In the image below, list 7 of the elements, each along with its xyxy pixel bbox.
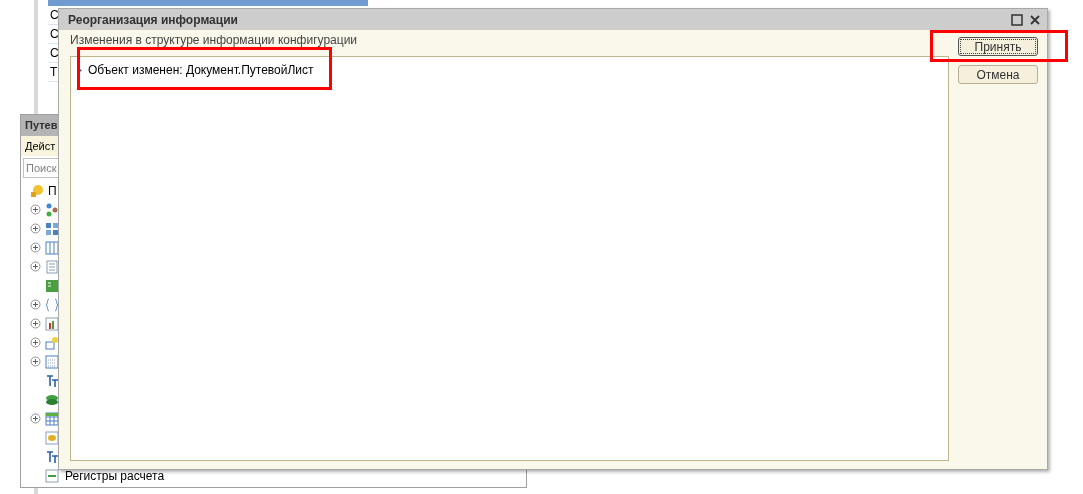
changes-header: Изменения в структуре информации конфигурации bbox=[70, 32, 359, 49]
tree-item[interactable]: Объект изменен: Документ.ПутевойЛист bbox=[88, 61, 314, 79]
dialog-title: Реорганизация информации bbox=[68, 11, 239, 29]
tree-item[interactable]: Регистры расчета bbox=[65, 466, 165, 485]
dialog-button[interactable]: Отмена bbox=[958, 65, 1038, 84]
tree-item[interactable]: П bbox=[48, 181, 57, 200]
dialog-button[interactable]: Принять bbox=[958, 37, 1038, 56]
